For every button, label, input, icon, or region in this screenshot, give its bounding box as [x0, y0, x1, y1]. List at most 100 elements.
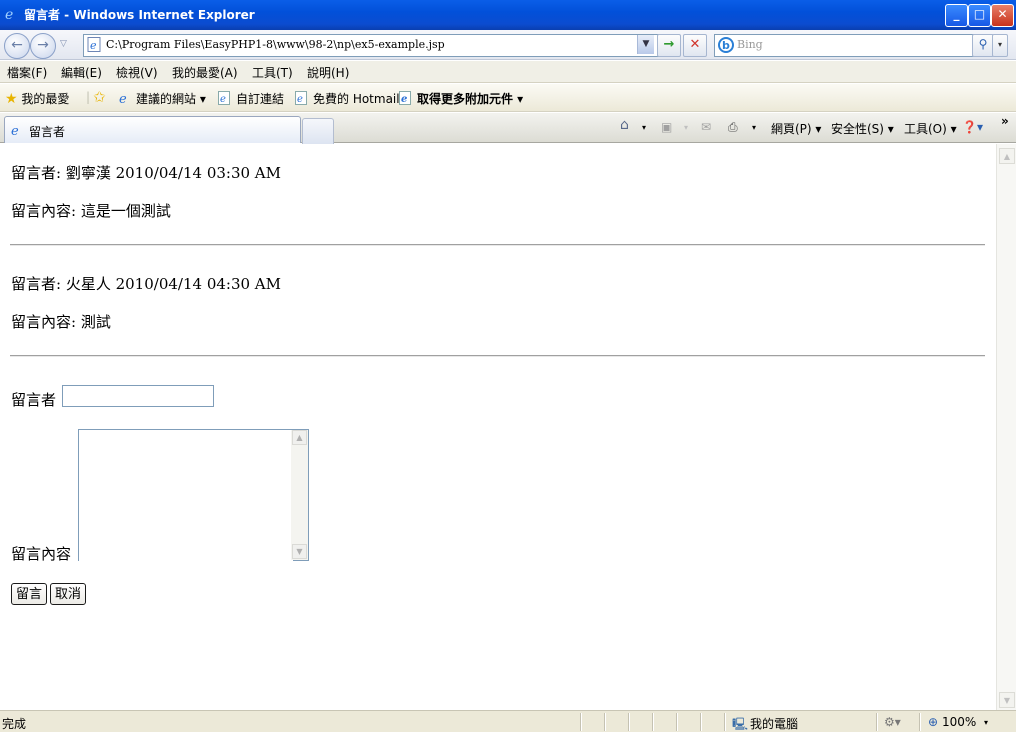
status-bar: 完成 🖳 我的電腦 ⚙▾ ⊕ 100% ▾ [0, 710, 1016, 732]
tab-title: 留言者 [29, 125, 66, 139]
page-content: 留言者: 劉寧漢 2010/04/14 03:30 AM 留言內容: 這是一個測… [0, 144, 996, 710]
scroll-up-icon[interactable]: ▲ [292, 430, 307, 445]
address-toolbar: ← → ▽ e C:\Program Files\EasyPHP1-8\www\… [0, 30, 1016, 60]
menu-favorites[interactable]: 我的最愛(A) [172, 64, 238, 81]
menu-help[interactable]: 說明(H) [307, 64, 349, 81]
help-icon[interactable]: ❓▾ [962, 120, 983, 134]
status-divider [919, 713, 921, 731]
textarea-scrollbar[interactable]: ▲ ▼ [291, 430, 308, 560]
bing-icon: b [718, 37, 734, 53]
scroll-down-icon[interactable]: ▼ [999, 692, 1015, 708]
safety-menu[interactable]: 安全性(S) ▾ [831, 120, 894, 137]
tab-bar: e 留言者 ⌂ ▾ ▣ ▾ ✉ ⎙ ▾ 網頁(P) ▾ 安全性(S) ▾ 工具(… [0, 113, 1016, 144]
minimize-button[interactable]: _ [945, 4, 968, 27]
new-tab-button[interactable] [302, 118, 334, 144]
go-button[interactable]: → [657, 34, 681, 57]
menu-bar: 檔案(F) 編輯(E) 檢視(V) 我的最愛(A) 工具(T) 說明(H) [0, 61, 1016, 83]
search-button[interactable]: ⚲ [972, 34, 994, 57]
feeds-dropdown-icon: ▾ [684, 123, 689, 132]
menu-edit[interactable]: 編輯(E) [61, 64, 102, 81]
security-zone[interactable]: 我的電腦 [750, 715, 798, 732]
ie-tab-icon: e [11, 124, 19, 137]
address-dropdown-icon[interactable]: ▼ [637, 35, 654, 54]
message-author-line: 留言者: 劉寧漢 2010/04/14 03:30 AM [11, 164, 282, 182]
favbar-divider: | [86, 90, 91, 104]
content-textarea-frame: ▲ ▼ [78, 429, 309, 562]
name-label: 留言者 [11, 391, 57, 409]
fav-suggested-sites[interactable]: e 建議的網站 ▾ [118, 90, 206, 107]
ie-logo-icon: e [5, 7, 13, 22]
status-divider [604, 713, 606, 731]
status-divider [628, 713, 630, 731]
favorites-button[interactable]: ★ 我的最愛 [5, 90, 69, 107]
message-divider [10, 355, 985, 357]
fav-custom-links[interactable]: e 自訂連結 [218, 90, 284, 107]
status-divider [724, 713, 726, 731]
protected-mode-icon[interactable]: ⚙▾ [884, 715, 901, 729]
page-icon: e [87, 37, 101, 52]
content-label: 留言內容 [11, 545, 72, 563]
home-dropdown-icon[interactable]: ▾ [642, 123, 646, 132]
more-commands-icon[interactable]: » [1001, 114, 1009, 128]
message-divider [10, 244, 985, 246]
title-bar: e 留言者 - Windows Internet Explorer _ □ ✕ [0, 0, 1016, 30]
message-content-line: 留言內容: 測試 [11, 313, 111, 331]
window-title: 留言者 - Windows Internet Explorer [24, 8, 255, 22]
status-text: 完成 [2, 717, 27, 731]
svg-text:e: e [220, 94, 226, 105]
zoom-level[interactable]: 100% [942, 715, 976, 729]
search-options-icon[interactable]: ▾ [992, 34, 1008, 57]
status-divider [676, 713, 678, 731]
maximize-button[interactable]: □ [968, 4, 991, 27]
svg-text:e: e [11, 124, 19, 137]
scroll-up-icon[interactable]: ▲ [999, 148, 1015, 164]
search-placeholder: Bing [737, 38, 763, 51]
tools-menu[interactable]: 工具(O) ▾ [904, 120, 957, 137]
ie-page-icon: e [295, 91, 307, 105]
menu-view[interactable]: 檢視(V) [116, 64, 158, 81]
svg-text:e: e [297, 94, 303, 105]
zoom-dropdown-icon[interactable]: ▾ [984, 718, 988, 727]
mail-icon[interactable]: ✉ [701, 120, 711, 134]
status-divider [876, 713, 878, 731]
cancel-button[interactable]: 取消 [50, 583, 87, 605]
status-divider [580, 713, 582, 731]
message-content-line: 留言內容: 這是一個測試 [11, 202, 171, 220]
status-divider [652, 713, 654, 731]
add-favorite-icon[interactable]: ✩ [93, 88, 106, 106]
page-scrollbar[interactable]: ▲ ▼ [996, 144, 1016, 710]
ie-page-icon: e [218, 91, 230, 105]
favorites-bar: ★ 我的最愛 | ✩ e 建議的網站 ▾ e 自訂連結 e 免費的 Hotmail e… [0, 84, 1016, 112]
address-url: C:\Program Files\EasyPHP1-8\www\98-2\np\… [106, 38, 445, 51]
tab-current[interactable]: e 留言者 [4, 116, 301, 143]
svg-text:e: e [119, 92, 127, 105]
print-icon[interactable]: ⎙ [728, 120, 738, 135]
menu-tools[interactable]: 工具(T) [252, 64, 293, 81]
home-icon[interactable]: ⌂ [620, 117, 629, 133]
menu-file[interactable]: 檔案(F) [7, 64, 47, 81]
svg-text:e: e [90, 39, 97, 52]
message-author-line: 留言者: 火星人 2010/04/14 04:30 AM [11, 275, 282, 293]
forward-button[interactable]: → [30, 33, 56, 59]
svg-text:b: b [722, 39, 730, 52]
search-input[interactable]: b Bing [714, 34, 992, 57]
name-input[interactable] [62, 385, 214, 407]
scroll-down-icon[interactable]: ▼ [292, 544, 307, 559]
fav-get-addons[interactable]: e 取得更多附加元件 ▾ [399, 90, 523, 107]
feeds-icon[interactable]: ▣ [661, 120, 672, 134]
zoom-icon[interactable]: ⊕ [928, 715, 938, 729]
submit-button[interactable]: 留言 [11, 583, 48, 605]
fav-hotmail[interactable]: e 免費的 Hotmail [295, 90, 400, 107]
print-dropdown-icon[interactable]: ▾ [752, 123, 756, 132]
star-icon: ★ [5, 91, 18, 107]
content-textarea[interactable] [79, 430, 293, 562]
address-bar[interactable]: e C:\Program Files\EasyPHP1-8\www\98-2\n… [83, 34, 678, 57]
history-dropdown-icon[interactable]: ▽ [60, 39, 67, 49]
svg-text:e: e [401, 94, 407, 105]
stop-button[interactable]: ✕ [683, 34, 707, 57]
ie-page-icon: e [119, 92, 127, 105]
close-button[interactable]: ✕ [991, 4, 1014, 27]
page-menu[interactable]: 網頁(P) ▾ [771, 120, 821, 137]
back-button[interactable]: ← [4, 33, 30, 59]
status-divider [700, 713, 702, 731]
